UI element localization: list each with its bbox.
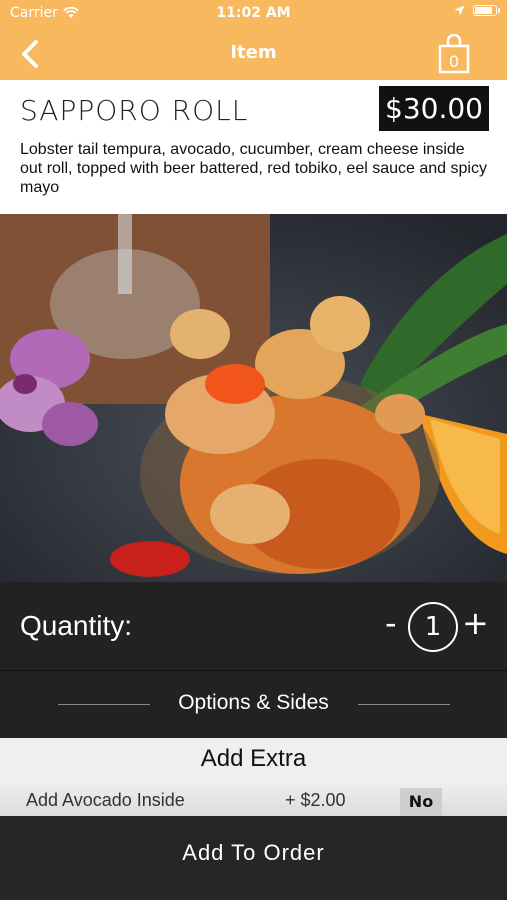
options-sides-label: Options & Sides — [178, 691, 329, 714]
nav-bar: Item 0 — [0, 28, 507, 80]
item-description: Lobster tail tempura, avocado, cucumber,… — [20, 141, 487, 196]
cart-count: 0 — [449, 52, 459, 71]
decrease-quantity-button[interactable]: - — [385, 604, 397, 642]
item-header: SAPPORO ROLL $30.00 Lobster tail tempura… — [0, 80, 507, 214]
item-name: SAPPORO ROLL — [20, 94, 249, 127]
item-photo — [0, 214, 507, 582]
extra-option-row[interactable]: Add Avocado Inside + $2.00 No — [0, 780, 507, 816]
divider — [358, 704, 450, 705]
quantity-label: Quantity: — [20, 610, 133, 641]
shopping-bag-icon[interactable]: 0 — [437, 34, 471, 74]
extra-option-price: + $2.00 — [285, 790, 346, 810]
page-title: Item — [230, 42, 277, 63]
quantity-section: Quantity: - 1 + — [0, 582, 507, 670]
status-right — [454, 5, 500, 16]
add-to-order-button[interactable]: Add To Order — [0, 816, 507, 900]
battery-icon — [473, 5, 500, 16]
extra-option-name: Add Avocado Inside — [26, 790, 185, 810]
add-extra-title: Add Extra — [0, 738, 507, 780]
increase-quantity-button[interactable]: + — [462, 604, 489, 642]
status-bar: Carrier 11:02 AM — [0, 0, 507, 28]
extra-option-toggle[interactable]: No — [400, 788, 442, 816]
status-time: 11:02 AM — [216, 5, 291, 21]
location-arrow-icon — [454, 5, 465, 16]
quantity-value: 1 — [408, 602, 458, 652]
item-price: $30.00 — [379, 86, 489, 131]
options-sides-header[interactable]: Options & Sides — [0, 670, 507, 738]
